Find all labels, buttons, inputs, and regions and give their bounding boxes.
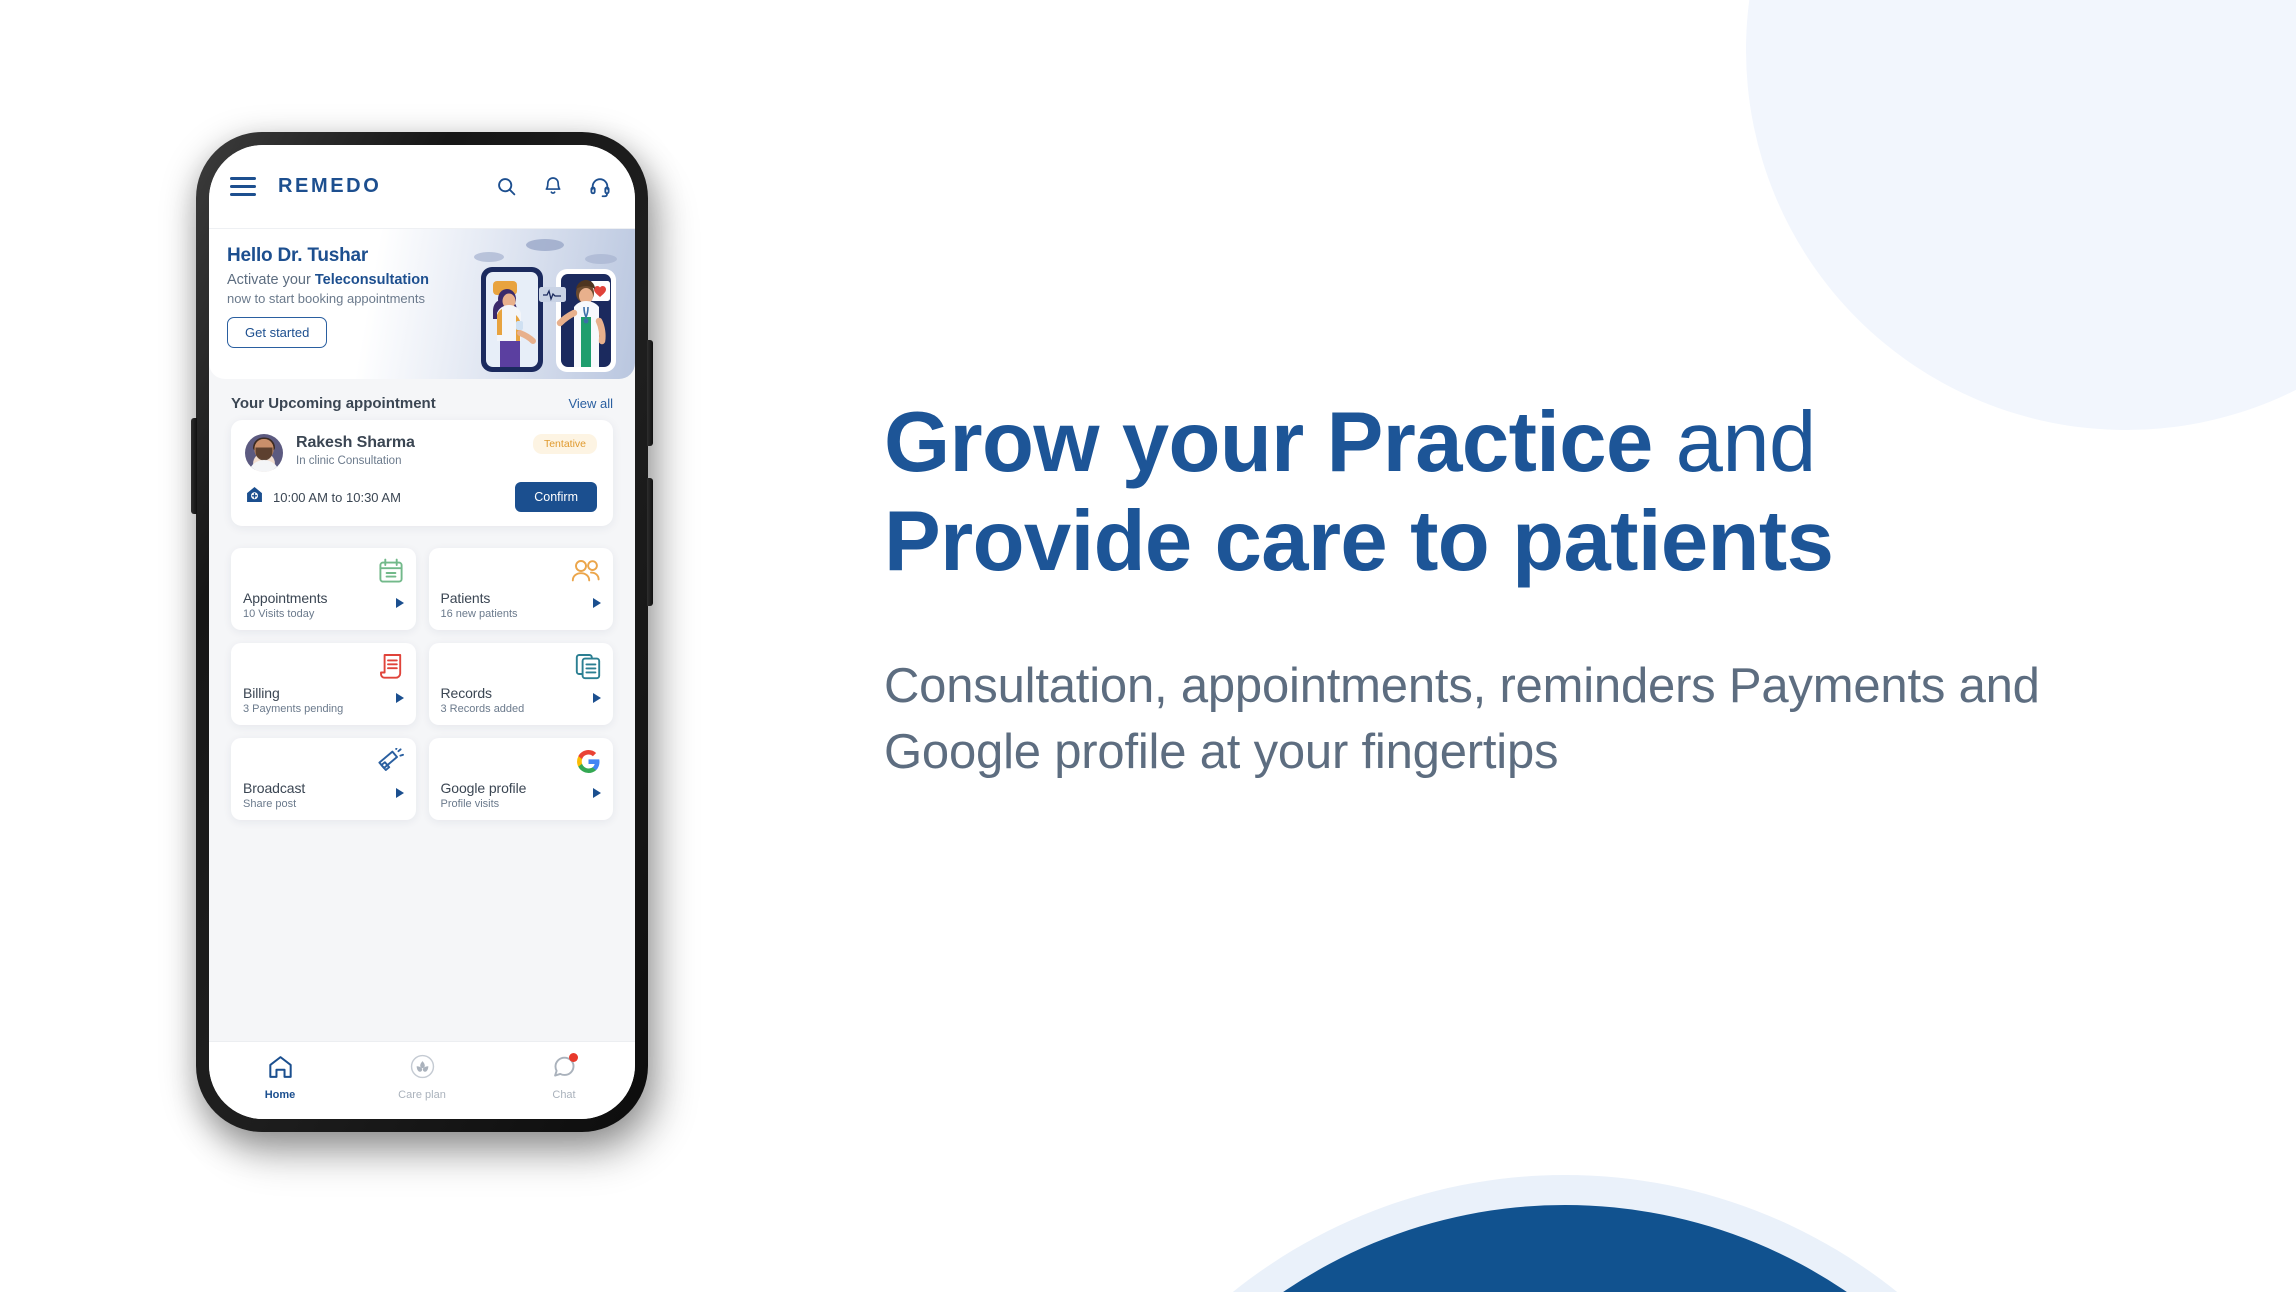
hamburger-menu-icon[interactable] xyxy=(230,177,256,196)
headset-support-icon[interactable] xyxy=(589,176,611,198)
nav-label: Care plan xyxy=(398,1089,446,1101)
appointment-time-row: 10:00 AM to 10:30 AM Confirm xyxy=(245,482,597,512)
calendar-icon xyxy=(378,556,404,586)
tile-title: Records xyxy=(440,685,493,701)
view-all-link[interactable]: View all xyxy=(568,396,613,411)
hero-copy: Grow your Practice and Provide care to p… xyxy=(884,393,2204,785)
chat-bubble-icon xyxy=(552,1052,578,1084)
chevron-right-icon[interactable] xyxy=(395,598,404,608)
invoice-icon xyxy=(379,651,404,681)
patient-name: Rakesh Sharma xyxy=(296,434,415,451)
google-g-icon xyxy=(576,746,601,776)
megaphone-icon xyxy=(376,746,404,776)
header-icon-group xyxy=(496,176,611,198)
appointment-patient-row: Rakesh Sharma In clinic Consultation Ten… xyxy=(245,434,597,472)
clinic-home-icon xyxy=(245,485,264,509)
tile-title: Billing xyxy=(243,685,280,701)
tile-subtitle: 3 Payments pending xyxy=(243,703,344,715)
app-brand-logo: REMEDO xyxy=(278,175,382,197)
phone-body: REMEDO Hello Dr. Tushar Activate your Te… xyxy=(191,132,653,1132)
appointment-card[interactable]: Rakesh Sharma In clinic Consultation Ten… xyxy=(231,420,613,526)
tile-records[interactable]: Records 3 Records added xyxy=(428,643,613,725)
avatar xyxy=(245,434,283,472)
tile-subtitle: Profile visits xyxy=(440,798,500,810)
people-icon xyxy=(571,556,601,586)
appointment-time: 10:00 AM to 10:30 AM xyxy=(273,489,401,505)
hero-headline-rest: and xyxy=(1652,395,1817,490)
nav-item-care-plan[interactable]: Care plan xyxy=(351,1054,493,1101)
background-circle-top xyxy=(1746,0,2296,430)
phone-side-button-upper[interactable] xyxy=(647,340,653,446)
phone-power-button[interactable] xyxy=(647,478,653,606)
confirm-button[interactable]: Confirm xyxy=(515,482,597,512)
page-root: Grow your Practice and Provide care to p… xyxy=(0,0,2296,1292)
teleconsultation-illustration xyxy=(453,229,635,379)
tile-title: Google profile xyxy=(440,780,527,796)
bell-icon[interactable] xyxy=(543,176,563,198)
teleconsultation-banner: Hello Dr. Tushar Activate your Teleconsu… xyxy=(209,229,635,379)
consultation-type: In clinic Consultation xyxy=(296,455,402,467)
banner-line2-bold: Teleconsultation xyxy=(314,272,429,288)
app-header: REMEDO xyxy=(209,145,635,229)
search-icon[interactable] xyxy=(496,176,517,197)
tile-appointments[interactable]: Appointments 10 Visits today xyxy=(231,548,416,630)
nav-item-home[interactable]: Home xyxy=(209,1055,351,1101)
home-icon xyxy=(268,1055,293,1084)
get-started-button[interactable]: Get started xyxy=(227,317,328,348)
tile-subtitle: 16 new patients xyxy=(440,608,518,620)
tile-title: Broadcast xyxy=(243,780,306,796)
appointment-name-block: Rakesh Sharma In clinic Consultation xyxy=(296,434,415,467)
feature-tiles-grid: Appointments 10 Visits today Patients 16… xyxy=(209,526,635,1041)
chevron-right-icon[interactable] xyxy=(395,788,404,798)
hero-headline-line2: Provide care to patients xyxy=(884,494,1834,590)
nav-item-chat[interactable]: Chat xyxy=(493,1052,635,1101)
tile-google-profile[interactable]: Google profile Profile visits xyxy=(428,738,613,820)
chevron-right-icon[interactable] xyxy=(593,598,601,608)
chevron-right-icon[interactable] xyxy=(395,693,404,703)
chevron-right-icon[interactable] xyxy=(593,693,601,703)
tile-patients[interactable]: Patients 16 new patients xyxy=(428,548,613,630)
section-title: Your Upcoming appointment xyxy=(231,395,436,412)
hero-headline-strong: Grow your Practice xyxy=(884,395,1653,490)
chat-unread-badge xyxy=(568,1052,578,1062)
chevron-right-icon[interactable] xyxy=(593,788,601,798)
phone-volume-button[interactable] xyxy=(191,418,197,514)
phone-mockup: REMEDO Hello Dr. Tushar Activate your Te… xyxy=(191,132,676,1162)
background-circle-bottom xyxy=(1065,1205,2065,1292)
care-plan-leaf-icon xyxy=(410,1054,435,1084)
tile-subtitle: 10 Visits today xyxy=(243,608,315,620)
hero-subtext: Consultation, appointments, reminders Pa… xyxy=(884,658,2040,779)
tile-subtitle: Share post xyxy=(243,798,297,810)
phone-screen: REMEDO Hello Dr. Tushar Activate your Te… xyxy=(209,145,635,1119)
documents-icon xyxy=(575,651,601,681)
tile-title: Appointments xyxy=(243,590,328,606)
upcoming-appointment-header: Your Upcoming appointment View all xyxy=(209,379,635,420)
tile-billing[interactable]: Billing 3 Payments pending xyxy=(231,643,416,725)
hero-headline: Grow your Practice and Provide care to p… xyxy=(884,393,2204,592)
tile-broadcast[interactable]: Broadcast Share post xyxy=(231,738,416,820)
bottom-navigation: Home Care plan Chat xyxy=(209,1041,635,1119)
tile-title: Patients xyxy=(440,590,491,606)
nav-label: Chat xyxy=(552,1088,576,1101)
nav-label: Home xyxy=(264,1088,296,1101)
tile-subtitle: 3 Records added xyxy=(440,703,525,715)
banner-line2-prefix: Activate your xyxy=(227,272,315,288)
status-badge: Tentative xyxy=(532,434,597,454)
